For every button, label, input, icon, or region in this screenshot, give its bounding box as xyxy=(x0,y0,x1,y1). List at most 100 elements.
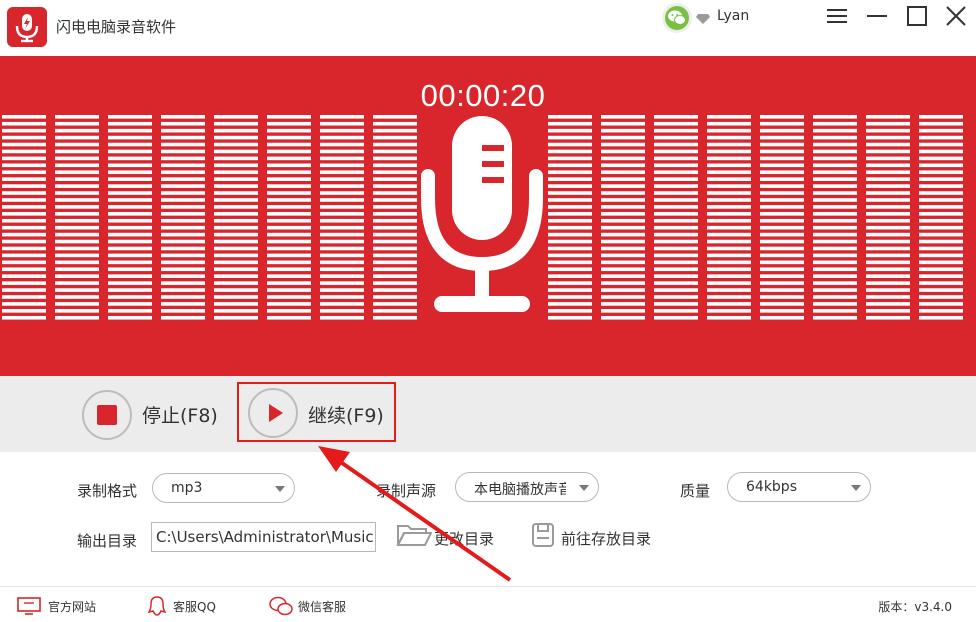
meter-bar xyxy=(919,121,963,126)
meter-bar xyxy=(267,142,311,147)
meter-bar xyxy=(548,253,592,258)
quality-select[interactable]: 64kbps xyxy=(727,472,871,502)
meter-bar xyxy=(601,281,645,285)
meter-bar xyxy=(654,260,698,265)
meter-bar xyxy=(707,239,751,244)
meter-bar xyxy=(707,246,751,251)
meter-bar xyxy=(760,253,804,258)
meter-bar xyxy=(919,274,963,278)
meter-bar xyxy=(601,191,645,195)
minimize-icon[interactable] xyxy=(865,5,889,29)
meter-bar xyxy=(267,149,311,154)
meter-bar xyxy=(320,281,364,285)
meter-bar xyxy=(760,267,804,272)
meter-bar xyxy=(654,149,698,154)
meter-bar xyxy=(866,253,910,258)
meter-bar xyxy=(214,246,258,251)
meter-bar xyxy=(866,281,910,285)
meter-bar xyxy=(707,115,751,119)
meter-bar xyxy=(2,288,46,292)
meter-bar xyxy=(548,121,592,126)
meter-bar xyxy=(108,149,152,154)
meter-bar xyxy=(373,281,417,285)
stop-button[interactable] xyxy=(82,390,132,440)
meter-bar xyxy=(601,121,645,126)
meter-bar xyxy=(866,274,910,278)
meter-bar xyxy=(760,260,804,265)
meter-bar xyxy=(373,177,417,181)
meter-bar xyxy=(320,191,364,195)
meter-bar xyxy=(320,128,364,133)
meter-bar xyxy=(214,315,258,320)
meter-bar xyxy=(707,156,751,161)
meter-bar xyxy=(866,309,910,313)
meter-bar xyxy=(373,239,417,244)
meter-bar xyxy=(919,218,963,223)
wechat-icon[interactable] xyxy=(662,3,692,33)
meter-bar xyxy=(813,302,857,306)
meter-bar xyxy=(601,163,645,168)
meter-bar xyxy=(2,274,46,278)
meter-bar xyxy=(2,142,46,147)
meter-bar xyxy=(654,309,698,313)
meter-bar xyxy=(2,149,46,154)
meter-bar xyxy=(373,205,417,209)
meter-bar xyxy=(161,121,205,126)
meter-bar xyxy=(373,212,417,216)
stop-icon xyxy=(97,405,117,425)
meter-bar xyxy=(707,198,751,202)
meter-bar xyxy=(373,184,417,188)
meter-bar xyxy=(55,267,99,272)
meter-bar xyxy=(214,121,258,126)
meter-bar xyxy=(161,135,205,140)
username[interactable]: Lyan xyxy=(717,8,749,24)
meter-bar xyxy=(214,149,258,154)
meter-bar xyxy=(108,142,152,147)
menu-icon[interactable] xyxy=(825,5,849,29)
meter-bar xyxy=(214,288,258,292)
meter-bar xyxy=(760,315,804,320)
meter-bar xyxy=(601,218,645,223)
format-select[interactable]: mp3 xyxy=(152,473,295,503)
meter-bar xyxy=(55,274,99,278)
stop-label[interactable]: 停止(F8) xyxy=(142,401,218,428)
meter-bar xyxy=(919,267,963,272)
annotation-highlight-box xyxy=(237,382,396,442)
meter-bar xyxy=(707,232,751,237)
meter-bar xyxy=(214,232,258,237)
meter-bar xyxy=(919,149,963,154)
meter-bar xyxy=(108,128,152,133)
meter-bar xyxy=(267,253,311,258)
meter-bar xyxy=(161,170,205,175)
wechat-service-label: 微信客服 xyxy=(298,600,347,614)
meter-bar xyxy=(707,184,751,188)
meter-bar xyxy=(548,163,592,168)
meter-bar xyxy=(866,149,910,154)
meter-bar xyxy=(813,246,857,251)
maximize-icon[interactable] xyxy=(905,5,929,29)
meter-bar xyxy=(866,267,910,272)
meter-bar xyxy=(760,198,804,202)
meter-bar xyxy=(919,288,963,292)
meter-bar xyxy=(2,121,46,126)
meter-bar xyxy=(108,232,152,237)
meter-bar xyxy=(548,295,592,299)
qq-label: 客服QQ xyxy=(173,600,216,614)
meter-bar xyxy=(161,115,205,119)
meter-bar xyxy=(55,246,99,251)
meter-bar xyxy=(548,184,592,188)
meter-bar xyxy=(267,309,311,313)
meter-bar xyxy=(373,302,417,306)
close-icon[interactable] xyxy=(944,5,968,29)
meter-bar xyxy=(919,253,963,258)
meter-bar xyxy=(601,239,645,244)
meter-bar xyxy=(267,128,311,133)
meter-bar xyxy=(919,191,963,195)
meter-bar xyxy=(320,121,364,126)
meter-bar xyxy=(214,218,258,223)
meter-bar xyxy=(548,239,592,244)
meter-bar xyxy=(373,128,417,133)
meter-bar xyxy=(108,274,152,278)
meter-bar xyxy=(760,142,804,147)
meter-bar xyxy=(919,295,963,299)
